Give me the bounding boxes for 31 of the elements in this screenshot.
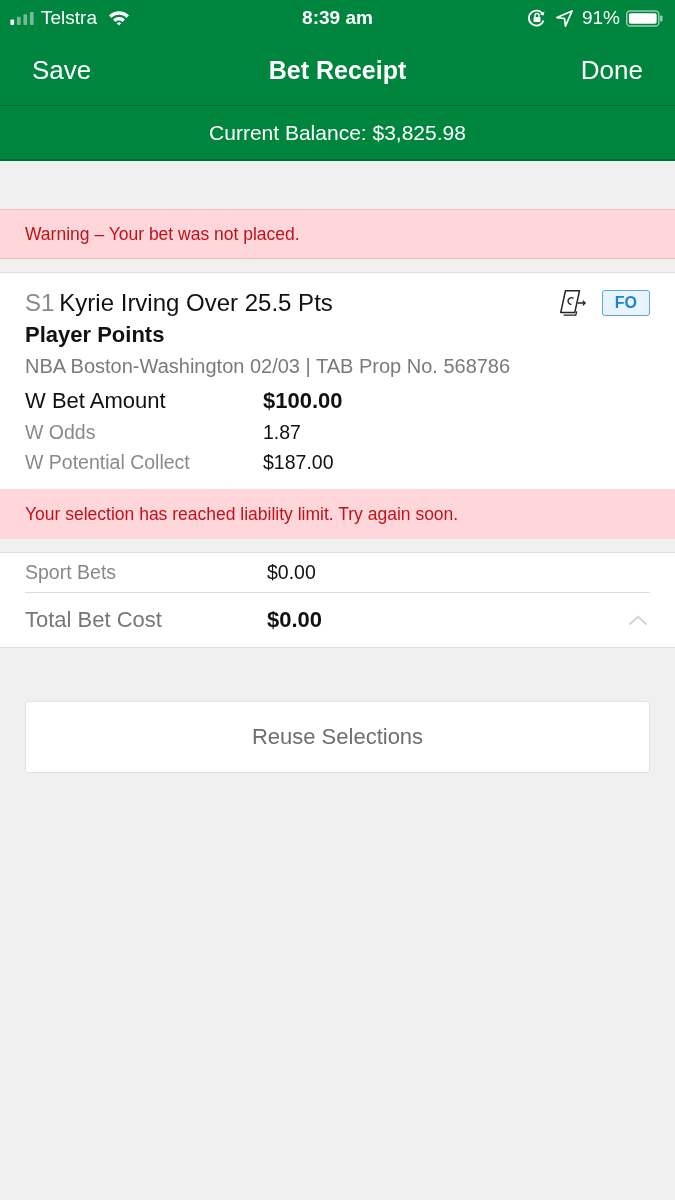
chevron-up-icon[interactable] xyxy=(628,614,648,626)
clock-time: 8:39 am xyxy=(302,7,373,29)
save-button[interactable]: Save xyxy=(22,51,102,90)
bet-row-value: $187.00 xyxy=(263,450,334,474)
summary-label: Sport Bets xyxy=(25,561,118,584)
signal-icon xyxy=(10,11,35,25)
done-button[interactable]: Done xyxy=(570,51,653,90)
location-arrow-icon xyxy=(555,9,573,27)
warning-message: Warning – Your bet was not placed. xyxy=(25,223,300,245)
battery-percent: 91% xyxy=(581,7,620,29)
error-message: Your selection has reached liability limit. Try again soon. xyxy=(25,503,459,525)
summary-value: $0.00 xyxy=(267,561,316,584)
event-details: NBA Boston-Washington 02/03 | TAB Prop No. 568786 xyxy=(25,355,512,378)
screen-title: Bet Receipt xyxy=(268,56,407,85)
bet-row-label: W Bet Amount xyxy=(25,387,167,414)
market-name: Player Points xyxy=(25,322,166,348)
summary-value: $0.00 xyxy=(267,607,323,633)
selection-title: Kyrie Irving Over 25.5 Pts xyxy=(59,289,333,317)
bet-row-value: $100.00 xyxy=(263,387,343,414)
fixed-odds-badge: FO xyxy=(601,290,650,316)
current-balance: Current Balance: $3,825.98 xyxy=(209,120,466,145)
rotation-lock-icon xyxy=(526,8,547,28)
bet-row-label: W Potential Collect xyxy=(25,450,191,474)
selection-number: S1 xyxy=(25,289,55,317)
bet-row-value: 1.87 xyxy=(263,420,301,444)
bet-row-label: W Odds xyxy=(25,420,97,444)
summary-label: Total Bet Cost xyxy=(25,607,163,633)
carrier-name: Telstra xyxy=(41,7,97,29)
battery-icon xyxy=(626,9,663,27)
reuse-selections-button[interactable]: Reuse Selections xyxy=(25,701,650,773)
wifi-icon xyxy=(107,10,130,26)
